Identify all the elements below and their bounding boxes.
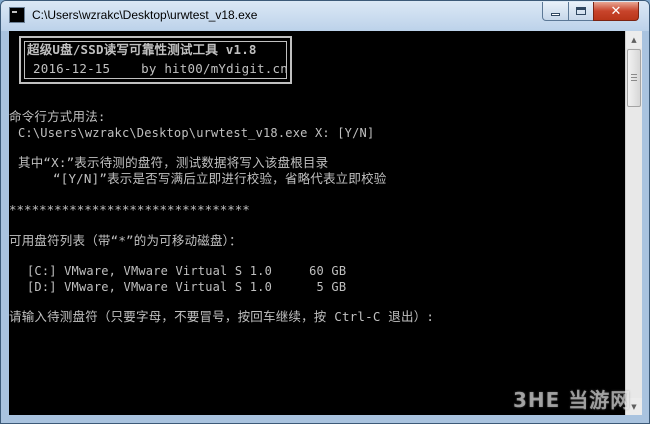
explain-verify-arg: “[Y/N]”表示是否写满后立即进行校验，省略代表立即校验: [53, 171, 387, 186]
usage-command: C:\Users\wzrakc\Desktop\urwtest_v18.exe …: [18, 126, 375, 140]
banner-title: 超级U盘/SSD读写可靠性测试工具 v1.8: [27, 42, 257, 57]
banner-date-author: 2016-12-15 by hit00/mYdigit.cn: [33, 61, 288, 76]
title-bar[interactable]: C:\Users\wzrakc\Desktop\urwtest_v18.exe …: [1, 1, 649, 31]
maximize-button[interactable]: [568, 2, 594, 21]
window-title: C:\Users\wzrakc\Desktop\urwtest_v18.exe: [32, 8, 258, 22]
separator-line: ********************************: [9, 202, 250, 217]
scroll-up-icon[interactable]: ▲: [626, 31, 642, 48]
console-window: C:\Users\wzrakc\Desktop\urwtest_v18.exe …: [0, 0, 650, 424]
site-watermark: 3HE 当游网: [513, 388, 632, 412]
minimize-icon: [551, 12, 560, 16]
console-output[interactable]: 超级U盘/SSD读写可靠性测试工具 v1.8 2016-12-15 by hit…: [9, 31, 625, 415]
drive-list-heading: 可用盘符列表（带“*”的为可移动磁盘）：: [9, 233, 242, 248]
console-icon[interactable]: [9, 7, 25, 23]
maximize-icon: [576, 7, 586, 15]
minimize-button[interactable]: [542, 2, 569, 21]
close-icon: ✕: [610, 3, 622, 19]
scroll-thumb[interactable]: [627, 49, 641, 107]
input-prompt[interactable]: 请输入待测盘符（只要字母，不要冒号，按回车继续，按 Ctrl-C 退出）:: [9, 309, 434, 325]
drive-list-item: [C:] VMware, VMware Virtual S 1.0 60 GB: [27, 264, 347, 278]
close-button[interactable]: ✕: [593, 2, 639, 21]
explain-drive-arg: 其中“X:”表示待测的盘符，测试数据将写入该盘根目录: [18, 155, 329, 170]
drive-list-item: [D:] VMware, VMware Virtual S 1.0 5 GB: [27, 280, 347, 294]
usage-heading: 命令行方式用法:: [9, 109, 106, 124]
vertical-scrollbar[interactable]: ▲ ▼: [625, 31, 642, 415]
